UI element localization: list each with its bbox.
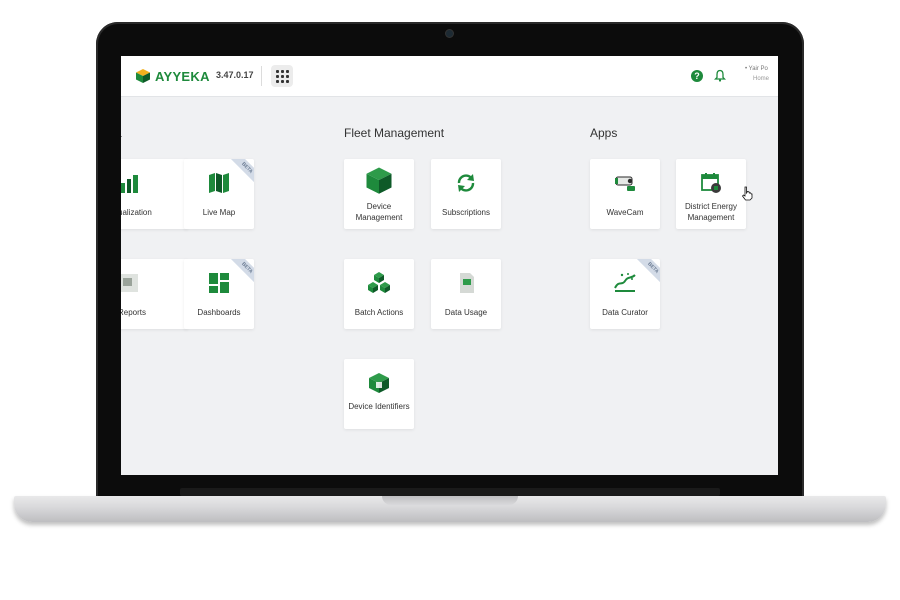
app-version: 3.47.0.17 — [216, 70, 254, 80]
section-title-left: a — [121, 126, 122, 140]
tile-data-curator[interactable]: BETA Data Curator — [590, 259, 660, 329]
tile-label: Subscriptions — [441, 208, 491, 217]
tile-subscriptions[interactable]: Subscriptions — [431, 159, 501, 229]
tile-visualization[interactable]: ualization — [121, 159, 188, 229]
app-screen: AYYEKA 3.47.0.17 ? • Yair Po Home a uali… — [121, 56, 778, 475]
hand-cursor-icon — [741, 186, 753, 201]
tile-device-identifiers[interactable]: Device Identifiers — [344, 359, 414, 429]
tile-batch-actions[interactable]: Batch Actions — [344, 259, 414, 329]
tile-label: ualization — [121, 208, 152, 217]
map-icon — [209, 173, 229, 193]
tile-label: Dashboards — [197, 308, 241, 317]
bell-icon[interactable] — [714, 69, 726, 82]
brand-name: AYYEKA — [155, 69, 210, 84]
tile-live-map[interactable]: BETA Live Map — [184, 159, 254, 229]
camera-icon — [615, 176, 635, 191]
visualization-bars-icon — [121, 175, 138, 193]
dashboard-icon — [209, 273, 229, 293]
reports-icon — [121, 274, 138, 292]
curve-sparkle-icon — [614, 273, 636, 292]
tile-data-usage[interactable]: Data Usage — [431, 259, 501, 329]
tile-label: Data Usage — [444, 308, 488, 317]
sim-card-icon — [460, 273, 474, 293]
stacked-cubes-icon — [368, 272, 390, 293]
tile-dashboards[interactable]: BETA Dashboards — [184, 259, 254, 329]
tile-label: WaveCam — [606, 208, 644, 217]
user-menu[interactable]: • Yair Po — [745, 66, 768, 72]
tile-label: Reports — [121, 308, 147, 317]
tile-wavecam[interactable]: WaveCam — [590, 159, 660, 229]
app-header: AYYEKA 3.47.0.17 ? • Yair Po Home — [121, 56, 778, 97]
user-subtitle: Home — [753, 76, 770, 82]
tile-label: Batch Actions — [354, 308, 404, 317]
section-title-fleet-management: Fleet Management — [344, 126, 445, 140]
refresh-arrows-icon — [457, 174, 475, 192]
tile-label: Data Curator — [602, 308, 648, 317]
tile-district-energy-management[interactable]: District Energy Management — [676, 159, 746, 229]
tile-label: Live Map — [202, 208, 236, 217]
tile-label: Device Management — [355, 202, 403, 222]
apps-grid-button[interactable] — [271, 65, 293, 87]
help-icon[interactable]: ? — [691, 70, 703, 82]
tile-label: District Energy Management — [684, 202, 737, 222]
webcam — [446, 30, 453, 37]
tile-device-management[interactable]: Device Management — [344, 159, 414, 229]
energy-calendar-icon — [701, 173, 721, 193]
section-title-apps: Apps — [590, 126, 618, 140]
laptop-hinge — [180, 488, 720, 496]
device-id-cube-icon — [369, 373, 389, 393]
tile-reports[interactable]: Reports — [121, 259, 188, 329]
tile-label: Device Identifiers — [348, 402, 410, 411]
cube-icon — [366, 167, 392, 194]
laptop-notch — [382, 496, 518, 505]
ayyeka-logo-icon — [136, 69, 150, 83]
header-divider — [261, 66, 262, 86]
